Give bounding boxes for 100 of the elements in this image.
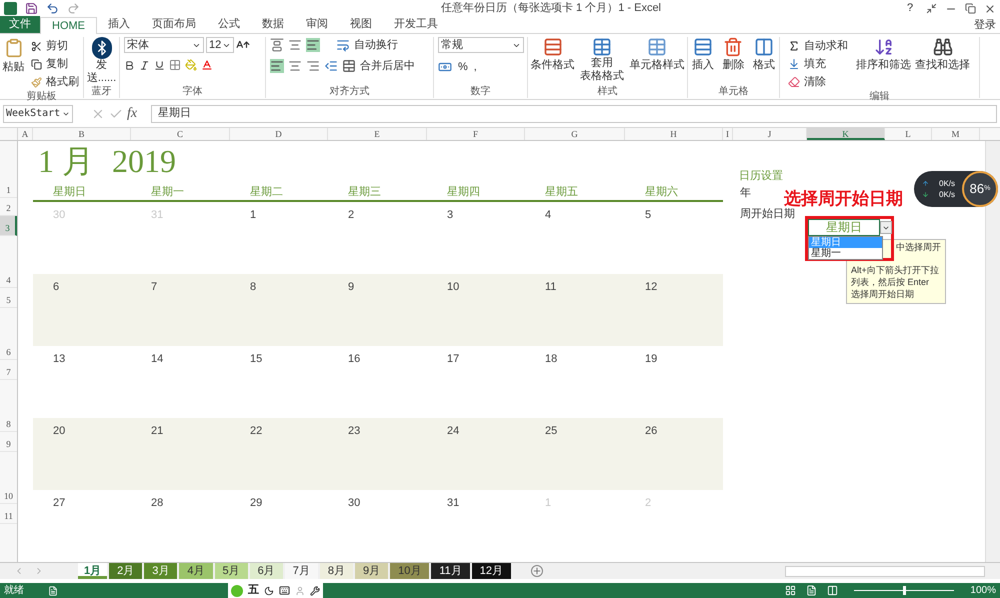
column-header[interactable]: I: [723, 128, 733, 140]
row-header[interactable]: 10: [0, 452, 17, 504]
column-header[interactable]: H: [625, 128, 723, 140]
percent-button[interactable]: %: [458, 59, 468, 76]
row-header[interactable]: 4: [0, 236, 17, 288]
file-tab[interactable]: 文件: [0, 16, 40, 33]
column-header[interactable]: D: [230, 128, 328, 140]
delete-cells-button[interactable]: 删除: [722, 37, 744, 74]
sheet-tab[interactable]: 3月: [144, 563, 178, 579]
font-name-field[interactable]: 宋体: [124, 37, 204, 53]
wrap-text-icon[interactable]: [336, 38, 350, 52]
calendar-day[interactable]: 9: [348, 281, 354, 293]
add-sheet-icon[interactable]: [531, 565, 544, 577]
wrench-icon[interactable]: [310, 586, 320, 596]
horizontal-scrollbar[interactable]: [785, 566, 985, 576]
calendar-day[interactable]: 15: [250, 353, 262, 365]
calendar-day[interactable]: 16: [348, 353, 360, 365]
calendar-day[interactable]: 31: [447, 497, 460, 509]
calendar-day[interactable]: 23: [348, 425, 360, 437]
font-color-icon[interactable]: [201, 59, 213, 71]
top-align-icon[interactable]: [270, 38, 284, 52]
cell-styles-button[interactable]: 单元格样式: [629, 37, 684, 83]
sign-in-link[interactable]: 登录: [974, 16, 1000, 34]
ribbon-tab[interactable]: 插入: [97, 16, 141, 33]
column-header[interactable]: L: [885, 128, 932, 140]
row-header[interactable]: 5: [0, 288, 17, 308]
column-header[interactable]: B: [33, 128, 131, 140]
autosum-button[interactable]: 自动求和: [784, 37, 852, 55]
calendar-day[interactable]: 29: [250, 497, 262, 509]
column-header[interactable]: C: [131, 128, 230, 140]
row-header[interactable]: 3: [0, 216, 17, 236]
sheet-tab[interactable]: 9月: [355, 563, 388, 579]
moon-icon[interactable]: [264, 586, 274, 596]
conditional-format-button[interactable]: 条件格式: [530, 37, 575, 83]
vertical-scrollbar[interactable]: [985, 141, 1000, 562]
sheet-tab[interactable]: 10月: [390, 563, 430, 579]
sheet-tab[interactable]: 1月: [78, 563, 108, 579]
column-header[interactable]: F: [427, 128, 525, 140]
ribbon-tab[interactable]: 页面布局: [141, 16, 207, 33]
bold-icon[interactable]: [124, 60, 135, 70]
calendar-day[interactable]: 13: [53, 353, 66, 365]
sort-filter-button[interactable]: 排序和筛选: [856, 37, 911, 91]
center-align-icon[interactable]: [288, 58, 302, 73]
calendar-day[interactable]: 24: [447, 425, 460, 437]
calendar-day[interactable]: 20: [53, 425, 66, 437]
middle-align-icon[interactable]: [288, 38, 302, 52]
column-header[interactable]: M: [932, 128, 980, 140]
insert-cells-button[interactable]: 插入: [692, 37, 714, 74]
calendar-day[interactable]: 11: [545, 281, 556, 293]
column-header[interactable]: A: [18, 128, 33, 140]
number-format-field[interactable]: 常规: [438, 37, 524, 53]
name-box[interactable]: WeekStart: [3, 104, 73, 122]
clear-button[interactable]: 清除: [784, 73, 852, 91]
calendar-day[interactable]: 18: [545, 353, 558, 365]
find-select-button[interactable]: 查找和选择: [915, 37, 970, 91]
formula-field[interactable]: 星期日: [151, 104, 997, 122]
calendar-day[interactable]: 2: [348, 209, 354, 221]
calendar-day[interactable]: 10: [447, 281, 460, 293]
underline-icon[interactable]: [154, 60, 165, 70]
sheet-tab[interactable]: 4月: [179, 563, 212, 579]
ribbon-tab[interactable]: HOME: [40, 17, 97, 34]
sheet-tab[interactable]: 2月: [109, 563, 142, 579]
calendar-day[interactable]: 27: [53, 497, 66, 509]
column-header[interactable]: E: [328, 128, 427, 140]
restore-icon[interactable]: [965, 3, 976, 14]
fill-button[interactable]: 填充: [784, 55, 852, 73]
bottom-align-icon[interactable]: [306, 38, 320, 52]
ribbon-tab[interactable]: 公式: [207, 16, 251, 33]
calendar-day[interactable]: 21: [151, 425, 164, 437]
calendar-day[interactable]: 17: [447, 353, 460, 365]
calendar-day[interactable]: 25: [545, 425, 558, 437]
calendar-day[interactable]: 5: [645, 209, 652, 221]
italic-icon[interactable]: [139, 60, 150, 70]
ribbon-tab[interactable]: 数据: [251, 16, 295, 33]
dropdown-option[interactable]: 星期一: [809, 248, 882, 259]
zoom-slider-thumb[interactable]: [902, 586, 906, 595]
help-button[interactable]: ?: [902, 0, 918, 17]
column-header[interactable]: G: [525, 128, 625, 140]
row-header[interactable]: 11: [0, 504, 17, 524]
column-header[interactable]: K: [807, 128, 885, 140]
row-header[interactable]: 1: [0, 141, 17, 198]
paste-button[interactable]: 粘贴: [0, 37, 27, 91]
page-break-icon[interactable]: [827, 585, 838, 596]
save-icon[interactable]: [25, 2, 38, 15]
zoom-level[interactable]: 100%: [970, 583, 996, 598]
calendar-day[interactable]: 28: [151, 497, 164, 509]
page-layout-icon[interactable]: [806, 585, 818, 596]
merge-center-button[interactable]: 合并后居中: [360, 58, 415, 74]
cut-button[interactable]: 剪切: [27, 37, 83, 55]
sheet-tab[interactable]: 5月: [214, 563, 248, 579]
sheet-tab[interactable]: 12月: [472, 563, 512, 579]
row-header[interactable]: 6: [0, 308, 17, 360]
right-align-icon[interactable]: [306, 58, 320, 73]
undo-icon[interactable]: [46, 2, 59, 15]
row-header[interactable]: 7: [0, 360, 17, 380]
ribbon-tab[interactable]: 视图: [339, 16, 383, 33]
calendar-day[interactable]: 14: [151, 353, 164, 365]
borders-icon[interactable]: [169, 59, 181, 71]
macro-record-icon[interactable]: [48, 586, 58, 596]
normal-view-icon[interactable]: [785, 585, 796, 596]
